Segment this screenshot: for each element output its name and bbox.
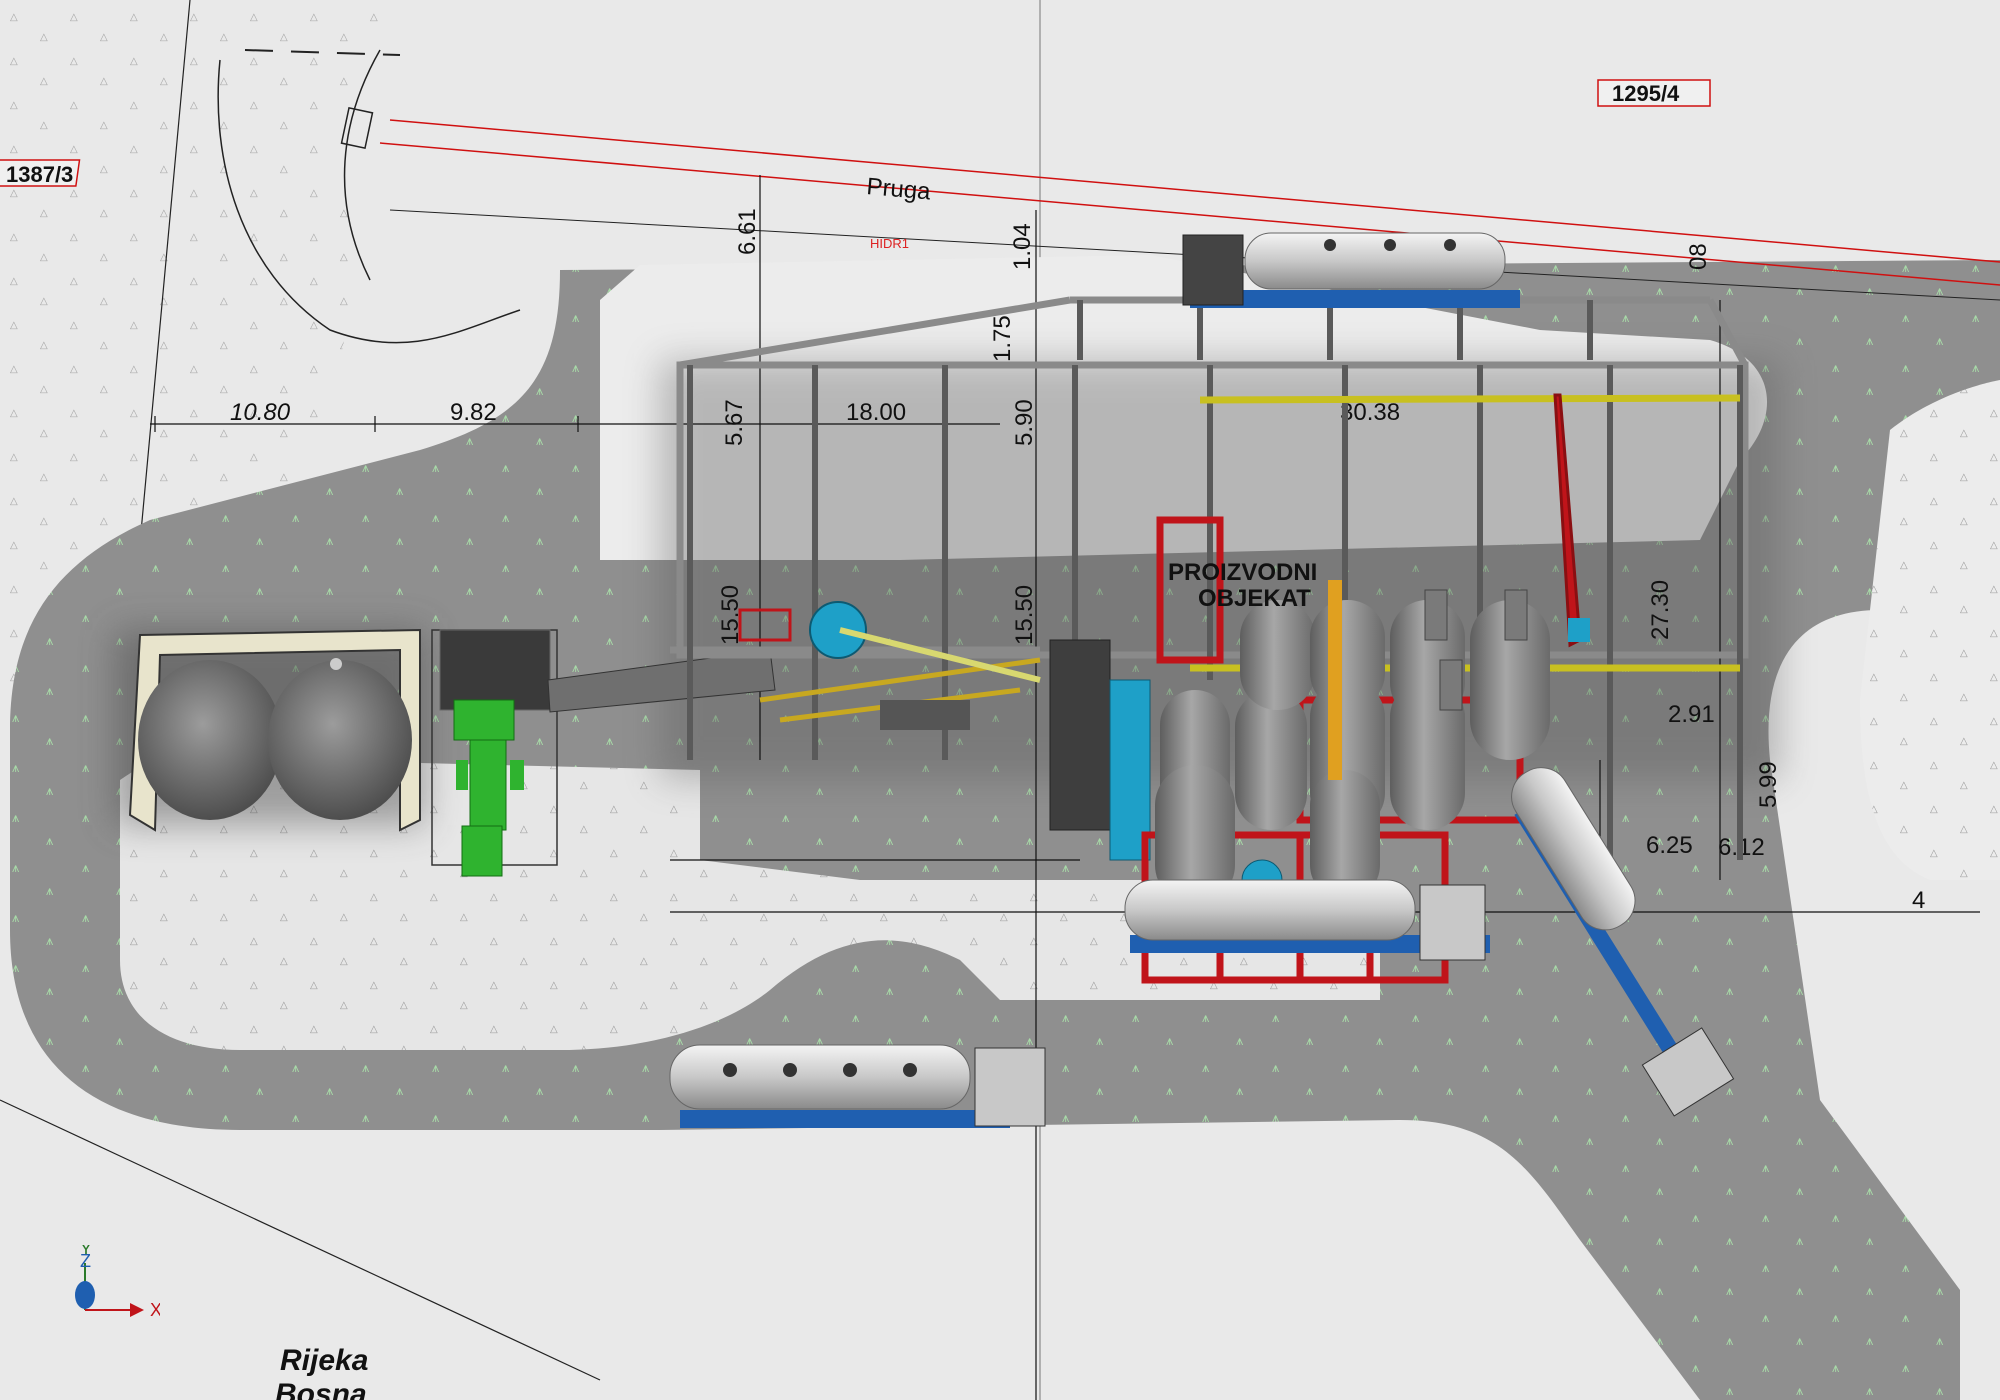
dim-5-67: 5.67 — [721, 399, 748, 446]
dim-18-00: 18.00 — [846, 399, 906, 426]
tanker-truck-bottom[interactable] — [669, 1044, 1046, 1128]
parcel-tag-1387[interactable]: 1387/3 — [0, 159, 81, 187]
dim-5-99: 5.99 — [1755, 761, 1782, 808]
z-axis-cone-icon — [75, 1281, 95, 1309]
dim-30-38: 30.38 — [1340, 399, 1400, 426]
building-label-line2: OBJEKAT — [1198, 585, 1311, 612]
site-plan-drawing[interactable]: △ △ ⩚ ⩚ Pruga HIDR1 1387/3 — [0, 0, 2000, 1400]
dim-1-75: 1.75 — [989, 315, 1016, 362]
axis-triad: X Y Z — [75, 1245, 160, 1320]
tanker-truck-top[interactable] — [1182, 232, 1520, 308]
river-label-line2: Bosna — [275, 1378, 367, 1400]
tank-3 — [1235, 690, 1307, 830]
x-axis-arrow-icon — [130, 1303, 144, 1317]
yellow-pipe-top — [1199, 394, 1741, 404]
silo-dome-left — [138, 660, 282, 820]
silo-storage — [115, 628, 425, 832]
z-axis-label: Z — [80, 1251, 91, 1271]
dim-6-61: 6.61 — [734, 208, 761, 255]
river-label-line1: Rijeka — [280, 1344, 368, 1377]
x-axis-label: X — [150, 1300, 160, 1320]
dim-08: 08 — [1685, 243, 1712, 270]
rail-label: Pruga — [865, 173, 932, 206]
dim-10-80: 10.80 — [230, 399, 291, 426]
dim-9-82: 9.82 — [450, 399, 497, 426]
svg-text:1387/3: 1387/3 — [6, 162, 73, 187]
building-label-line1: PROIZVODNI — [1168, 559, 1317, 586]
dim-27-30: 27.30 — [1647, 580, 1674, 640]
dim-4: 4 — [1912, 887, 1925, 914]
parcel-tag-1295[interactable]: 1295/4 — [1597, 79, 1711, 107]
tank-4 — [1240, 600, 1315, 710]
hydrant-label: HIDR1 — [870, 236, 909, 251]
dim-2-91: 2.91 — [1668, 701, 1715, 728]
dim-6-25: 6.25 — [1646, 832, 1693, 859]
dim-5-90: 5.90 — [1011, 399, 1038, 446]
tanker-truck-middle[interactable] — [1124, 879, 1490, 961]
svg-text:1295/4: 1295/4 — [1612, 81, 1680, 106]
silo-dome-right — [268, 660, 412, 820]
cad-viewport[interactable]: △ △ ⩚ ⩚ Pruga HIDR1 1387/3 — [0, 0, 2000, 1400]
dim-1-04: 1.04 — [1009, 223, 1036, 270]
dim-15-50-mid: 15.50 — [1011, 585, 1038, 645]
